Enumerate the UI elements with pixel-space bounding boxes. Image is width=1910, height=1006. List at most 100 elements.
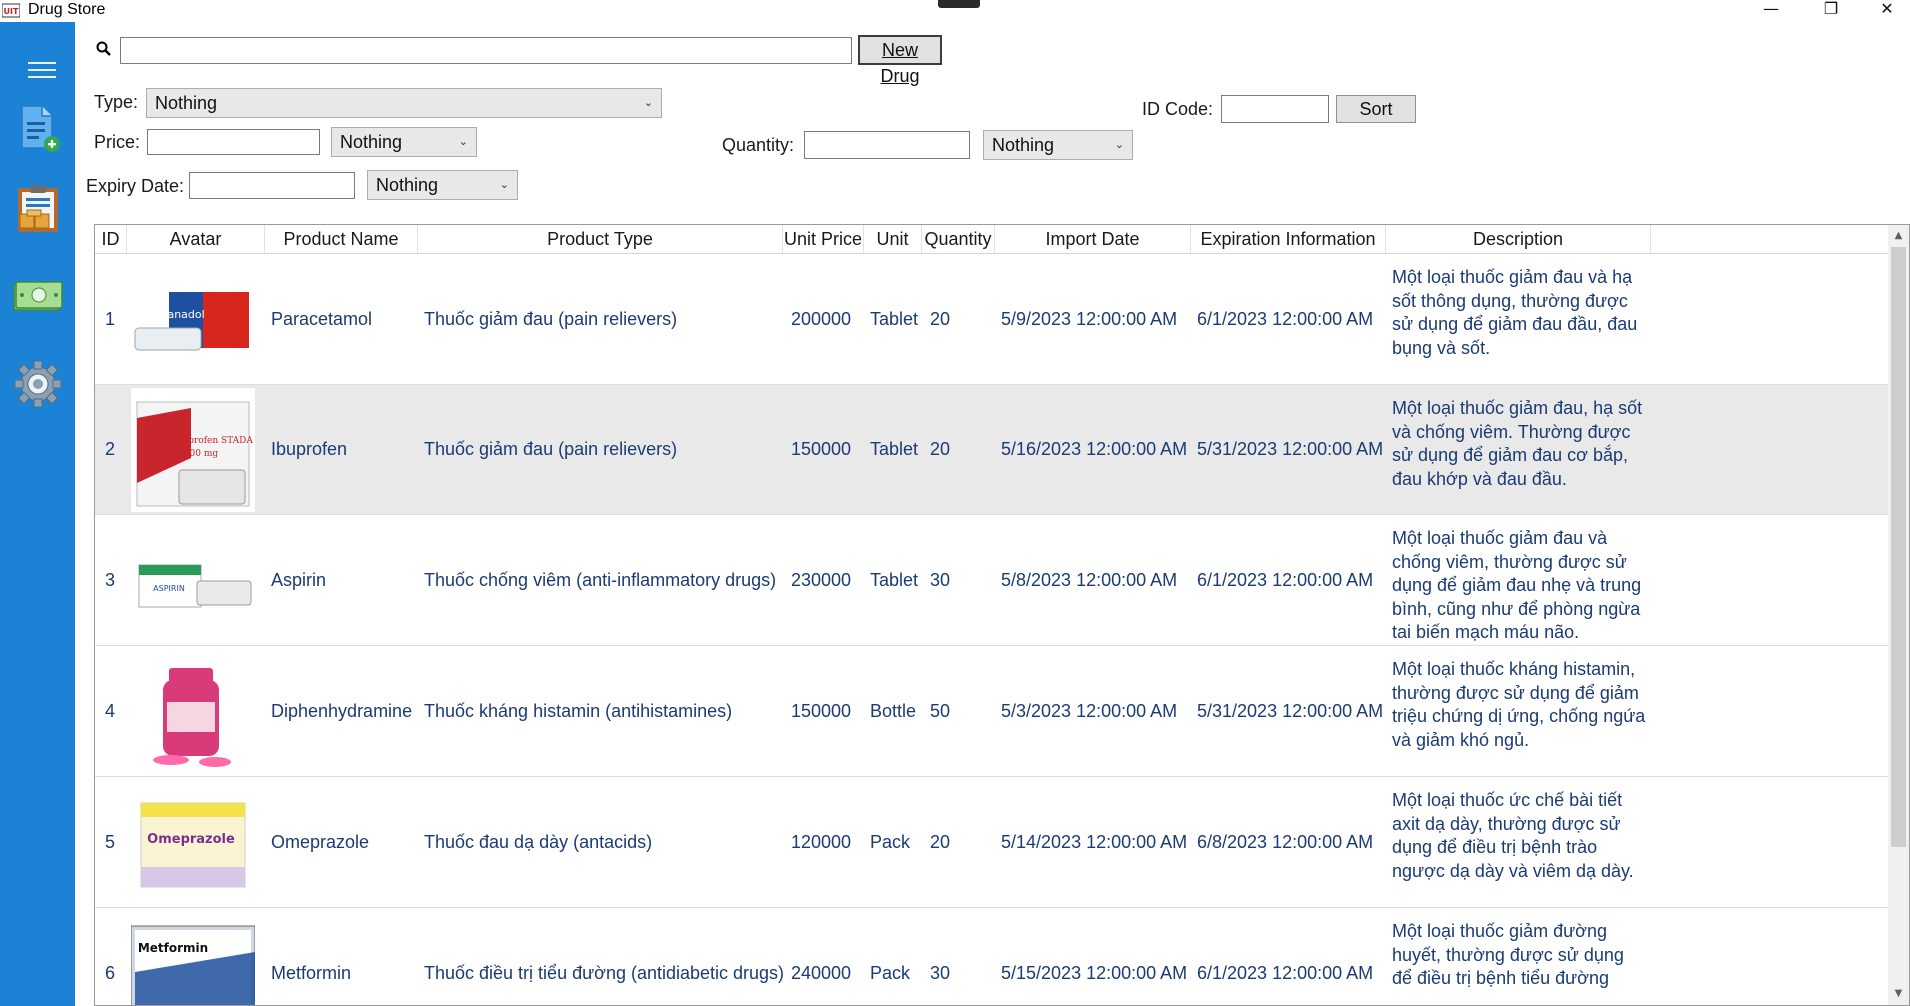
- cell-expiration: 6/1/2023 12:00:00 AM: [1197, 962, 1374, 983]
- cell-product-type: Thuốc kháng histamin (antihistamines): [424, 700, 733, 721]
- cell-id: 1: [105, 308, 116, 329]
- add-document-icon[interactable]: [12, 102, 64, 154]
- column-header-avatar[interactable]: Avatar: [127, 225, 265, 253]
- table-header: ID Avatar Product Name Product Type Unit…: [95, 225, 1888, 254]
- table-row[interactable]: 5 Omeprazole Thuốc đau dạ dày (antacids) 12…: [95, 777, 1888, 908]
- column-header-import-date[interactable]: Import Date: [995, 225, 1191, 253]
- cell-id: 6: [105, 962, 116, 983]
- column-header-expiration[interactable]: Expiration Information: [1191, 225, 1386, 253]
- table-row[interactable]: 1 Paracetamol Thuốc giảm đau (pain relieve…: [95, 254, 1888, 385]
- vertical-scrollbar[interactable]: ▲ ▼: [1888, 225, 1909, 1005]
- expiry-operator-select[interactable]: Nothing ⌄: [367, 170, 518, 200]
- sort-button[interactable]: Sort: [1336, 95, 1416, 123]
- cell-quantity: 20: [930, 439, 951, 459]
- cell-import-date: 5/3/2023 12:00:00 AM: [1001, 700, 1178, 721]
- title-bar: UIT Drug Store — ❐ ✕: [0, 0, 1910, 22]
- cell-unit-price: 230000: [791, 569, 852, 590]
- id-code-input[interactable]: [1221, 95, 1329, 123]
- window-title: Drug Store: [28, 1, 106, 18]
- scroll-down-icon[interactable]: ▼: [1888, 985, 1909, 1003]
- quantity-operator-value: Nothing: [992, 135, 1055, 155]
- maximize-button[interactable]: ❐: [1808, 0, 1854, 20]
- cell-unit: Tablet: [870, 439, 919, 459]
- quantity-label: Quantity:: [722, 135, 795, 155]
- price-operator-select[interactable]: Nothing ⌄: [331, 127, 477, 157]
- cell-product-name: Metformin: [271, 962, 352, 983]
- chevron-down-icon: ⌄: [458, 136, 468, 148]
- close-button[interactable]: ✕: [1864, 0, 1910, 20]
- cell-unit: Tablet: [870, 569, 919, 590]
- cell-product-name: Diphenhydramine: [271, 700, 413, 721]
- money-icon[interactable]: [12, 270, 64, 322]
- chevron-down-icon: ⌄: [499, 179, 509, 191]
- window-drag-handle[interactable]: [938, 0, 980, 8]
- column-header-unit-price[interactable]: Unit Price: [783, 225, 864, 253]
- svg-text:Panadol: Panadol: [161, 308, 204, 321]
- sidebar: [0, 22, 75, 1006]
- cell-product-name: Ibuprofen: [271, 439, 348, 459]
- column-header-id[interactable]: ID: [95, 225, 127, 253]
- column-header-description[interactable]: Description: [1386, 225, 1651, 253]
- minimize-button[interactable]: —: [1748, 0, 1794, 20]
- table-row[interactable]: 3 Aspirin Thuốc chống viêm (anti-inflammat…: [95, 515, 1888, 646]
- settings-gear-icon[interactable]: [12, 358, 64, 410]
- svg-text:Metformin: Metformin: [138, 941, 208, 955]
- scroll-up-icon[interactable]: ▲: [1888, 227, 1909, 245]
- column-header-product-type[interactable]: Product Type: [418, 225, 783, 253]
- cell-unit-price: 150000: [791, 439, 852, 459]
- new-drug-button[interactable]: New Drug: [858, 35, 942, 86]
- table-row[interactable]: 2 Ibuprofen Thuốc giảm đau (pain relievers…: [95, 385, 1888, 515]
- table-row[interactable]: 6 Metformin Thuốc điều trị tiểu đường (ant…: [95, 908, 1888, 1005]
- scrollbar-thumb[interactable]: [1891, 247, 1906, 847]
- cell-product-type: Thuốc giảm đau (pain relievers): [424, 439, 678, 459]
- table-row[interactable]: 4 Diphenhydramine Thuốc kháng histamin (an…: [95, 646, 1888, 777]
- drug-avatar-image: Omeprazole: [131, 780, 255, 905]
- column-header-unit[interactable]: Unit: [864, 225, 922, 253]
- expiry-date-label: Expiry Date:: [86, 176, 185, 196]
- cell-product-type: Thuốc chống viêm (anti-inflammatory drug…: [424, 569, 777, 590]
- hamburger-menu-icon[interactable]: [28, 62, 56, 83]
- cell-description: Một loại thuốc giảm đau và chống viêm, t…: [1392, 528, 1642, 642]
- id-code-label: ID Code:: [1142, 99, 1214, 119]
- price-operator-value: Nothing: [340, 132, 403, 152]
- cell-expiration: 6/8/2023 12:00:00 AM: [1197, 831, 1374, 852]
- cell-product-type: Thuốc điều trị tiểu đường (antidiabetic …: [424, 962, 785, 983]
- svg-text:ASPIRIN: ASPIRIN: [153, 584, 185, 593]
- cell-product-type: Thuốc giảm đau (pain relievers): [424, 308, 678, 329]
- drug-avatar-image: ASPIRIN: [131, 518, 255, 643]
- column-header-product-name[interactable]: Product Name: [265, 225, 418, 253]
- cell-unit-price: 240000: [791, 962, 852, 983]
- cell-unit-price: 150000: [791, 700, 852, 721]
- cell-description: Một loại thuốc giảm đau, hạ sốt và chống…: [1392, 398, 1643, 489]
- type-label: Type:: [94, 92, 139, 112]
- drug-avatar-image: Metformin: [131, 911, 255, 1005]
- quantity-input[interactable]: [804, 131, 970, 159]
- price-input[interactable]: [147, 129, 320, 155]
- clipboard-inventory-icon[interactable]: [12, 182, 64, 234]
- expiry-date-input[interactable]: [189, 172, 355, 199]
- column-header-quantity[interactable]: Quantity: [922, 225, 995, 253]
- cell-product-name: Omeprazole: [271, 831, 370, 852]
- cell-import-date: 5/16/2023 12:00:00 AM: [1001, 439, 1188, 459]
- svg-text:Ibuprofen STADA: Ibuprofen STADA: [173, 436, 253, 446]
- type-select[interactable]: Nothing ⌄: [146, 88, 662, 118]
- cell-description: Một loại thuốc ức chế bài tiết axit dạ d…: [1392, 790, 1634, 881]
- drug-table[interactable]: ID Avatar Product Name Product Type Unit…: [94, 224, 1910, 1006]
- app-logo-icon: UIT: [2, 3, 20, 18]
- search-input[interactable]: [120, 37, 852, 64]
- cell-unit: Pack: [870, 962, 911, 983]
- cell-import-date: 5/15/2023 12:00:00 AM: [1001, 962, 1188, 983]
- cell-description: Một loại thuốc giảm đau và hạ sốt thông …: [1392, 267, 1638, 358]
- type-select-value: Nothing: [155, 93, 218, 113]
- cell-expiration: 6/1/2023 12:00:00 AM: [1197, 308, 1374, 329]
- cell-unit: Bottle: [870, 700, 917, 721]
- cell-quantity: 20: [930, 831, 951, 852]
- new-drug-label: New Drug: [880, 40, 920, 86]
- svg-text:UIT: UIT: [4, 7, 19, 16]
- cell-unit-price: 120000: [791, 831, 852, 852]
- quantity-operator-select[interactable]: Nothing ⌄: [983, 130, 1133, 160]
- drug-avatar-image: [131, 649, 255, 774]
- cell-unit-price: 200000: [791, 308, 852, 329]
- cell-expiration: 6/1/2023 12:00:00 AM: [1197, 569, 1374, 590]
- cell-expiration: 5/31/2023 12:00:00 AM: [1197, 700, 1384, 721]
